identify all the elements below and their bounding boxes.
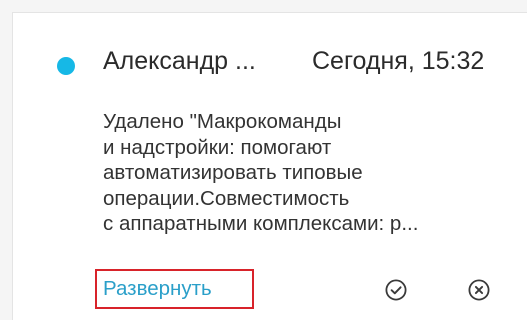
- notification-time: Сегодня, 15:32: [312, 47, 485, 75]
- message-line: с аппаратными комплексами: р...: [103, 212, 419, 236]
- message-line: Удалено "Макрокоманды: [103, 110, 342, 133]
- notification-message: Удалено "Макрокоманды и надстройки: помо…: [103, 109, 515, 237]
- expand-link[interactable]: Развернуть: [95, 269, 254, 309]
- message-line: автоматизировать типовые: [103, 161, 363, 185]
- message-line: и надстройки: помогают: [103, 135, 332, 159]
- message-line: операции.Совместимость: [103, 186, 350, 210]
- check-circle-icon: [385, 279, 407, 301]
- notification-card[interactable]: Александр ... Сегодня, 15:32 Удалено "Ма…: [12, 12, 527, 320]
- close-circle-icon: [468, 279, 490, 301]
- unread-indicator: [57, 57, 75, 75]
- notification-author: Александр ...: [103, 47, 256, 75]
- accept-button[interactable]: [385, 279, 407, 301]
- dismiss-button[interactable]: [468, 279, 490, 301]
